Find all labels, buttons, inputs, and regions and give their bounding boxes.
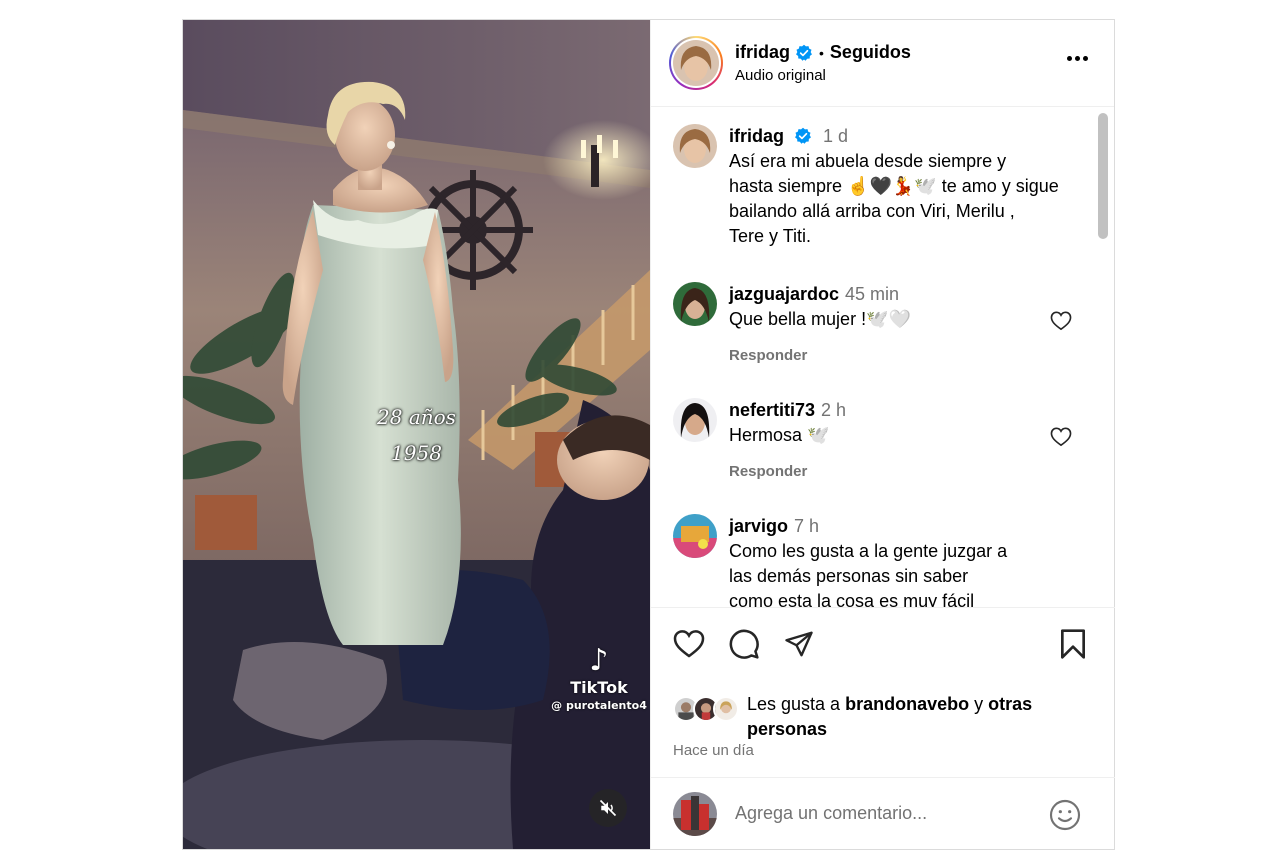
caption-line: Así era mi abuela desde siempre y <box>729 151 1007 171</box>
likes-connector: y <box>974 694 984 714</box>
comments-list[interactable]: ifridag 1 d Así era mi abuela desde siem… <box>651 107 1114 607</box>
comment-text-line: Como les gusta a la gente juzgar a <box>729 541 1008 561</box>
save-bookmark-icon[interactable] <box>1059 628 1087 660</box>
post-video[interactable]: 28 años 1958 ♪ TikTok @ purotalento4 <box>183 20 650 849</box>
author-story-ring[interactable] <box>669 36 723 90</box>
comment-username[interactable]: jazguajardoc <box>729 284 839 304</box>
more-dot-icon <box>1075 56 1080 61</box>
share-paper-plane-icon[interactable] <box>784 629 814 659</box>
verified-badge-icon <box>794 127 812 145</box>
current-user-avatar <box>673 791 717 836</box>
video-frame <box>183 20 650 849</box>
comment-item: nefertiti73 2 h Hermosa 🕊️ <box>673 398 1074 448</box>
comment-time[interactable]: 7 h <box>794 516 819 536</box>
following-button[interactable]: Seguidos <box>830 42 911 63</box>
action-bar <box>651 607 1115 608</box>
comment-text: Hermosa 🕊️ <box>729 425 830 445</box>
caption-line: hasta siempre ☝️🖤💃🕊️ te amo y sigue <box>729 176 1059 196</box>
like-heart-icon[interactable] <box>673 629 705 659</box>
caption-line: bailando allá arriba con Viri, Merilu , <box>729 201 1015 221</box>
comment-text-line: como esta la cosa es muy fácil <box>729 591 975 607</box>
caption-line: Tere y Titi. <box>729 226 812 246</box>
comment-input[interactable] <box>735 803 1035 824</box>
comment-text-line: las demás personas sin saber <box>729 566 969 586</box>
emoji-smiley-icon[interactable] <box>1049 799 1081 831</box>
likes-prefix: Les gusta a <box>747 694 841 714</box>
audio-link[interactable]: Audio original <box>735 67 911 84</box>
verified-badge-icon <box>795 44 813 62</box>
mute-toggle-button[interactable] <box>589 789 627 827</box>
comment-composer <box>651 777 1115 849</box>
reply-button[interactable]: Responder <box>729 463 807 480</box>
separator-dot: • <box>819 44 824 61</box>
caption-time[interactable]: 1 d <box>823 126 848 146</box>
comment-time[interactable]: 45 min <box>845 284 899 304</box>
post-dialog: 28 años 1958 ♪ TikTok @ purotalento4 ifr… <box>182 19 1115 850</box>
tiktok-watermark: ♪ TikTok @ purotalento4 <box>549 643 649 713</box>
comment-bubble-icon[interactable] <box>728 628 760 660</box>
liker-username[interactable]: brandonavebo <box>845 694 969 714</box>
like-comment-heart-icon[interactable] <box>1050 427 1072 447</box>
author-username[interactable]: ifridag <box>735 42 790 63</box>
post-timestamp[interactable]: Hace un día <box>673 742 754 759</box>
comment-time[interactable]: 2 h <box>821 400 846 420</box>
comments-scrollbar[interactable] <box>1098 113 1108 239</box>
caption-username[interactable]: ifridag <box>729 126 784 146</box>
tiktok-brand: TikTok <box>570 678 628 697</box>
more-dot-icon <box>1083 56 1088 61</box>
more-options-button[interactable] <box>1067 56 1088 61</box>
speaker-muted-icon <box>599 799 617 817</box>
comment-item: jazguajardoc 45 min Que bella mujer !🕊️🤍 <box>673 282 1074 332</box>
commenter-avatar[interactable] <box>673 398 717 442</box>
tiktok-handle: @ purotalento4 <box>551 699 647 712</box>
commenter-avatar[interactable] <box>673 514 717 558</box>
video-overlay-year: 1958 <box>391 441 442 465</box>
likers-avatars[interactable] <box>673 696 741 726</box>
like-comment-heart-icon[interactable] <box>1050 311 1072 331</box>
comment-username[interactable]: jarvigo <box>729 516 788 536</box>
caption-author-avatar[interactable] <box>673 124 717 168</box>
reply-button[interactable]: Responder <box>729 347 807 364</box>
liker-avatar <box>713 696 739 722</box>
more-dot-icon <box>1067 56 1072 61</box>
comment-username[interactable]: nefertiti73 <box>729 400 815 420</box>
comment-text: Que bella mujer !🕊️🤍 <box>729 309 911 329</box>
comment-item: jarvigo 7 h Como les gusta a la gente juz… <box>673 514 1074 607</box>
commenter-avatar[interactable] <box>673 282 717 326</box>
post-header: ifridag • Seguidos Audio original <box>651 20 1114 107</box>
likes-summary: Les gusta a brandonavebo y otras persona… <box>673 694 1077 742</box>
post-side-panel: ifridag • Seguidos Audio original ifrida… <box>650 20 1115 849</box>
author-avatar <box>673 40 719 86</box>
video-overlay-age: 28 años <box>377 405 456 429</box>
tiktok-icon: ♪ <box>589 643 609 678</box>
caption: ifridag 1 d Así era mi abuela desde siem… <box>673 124 1074 249</box>
